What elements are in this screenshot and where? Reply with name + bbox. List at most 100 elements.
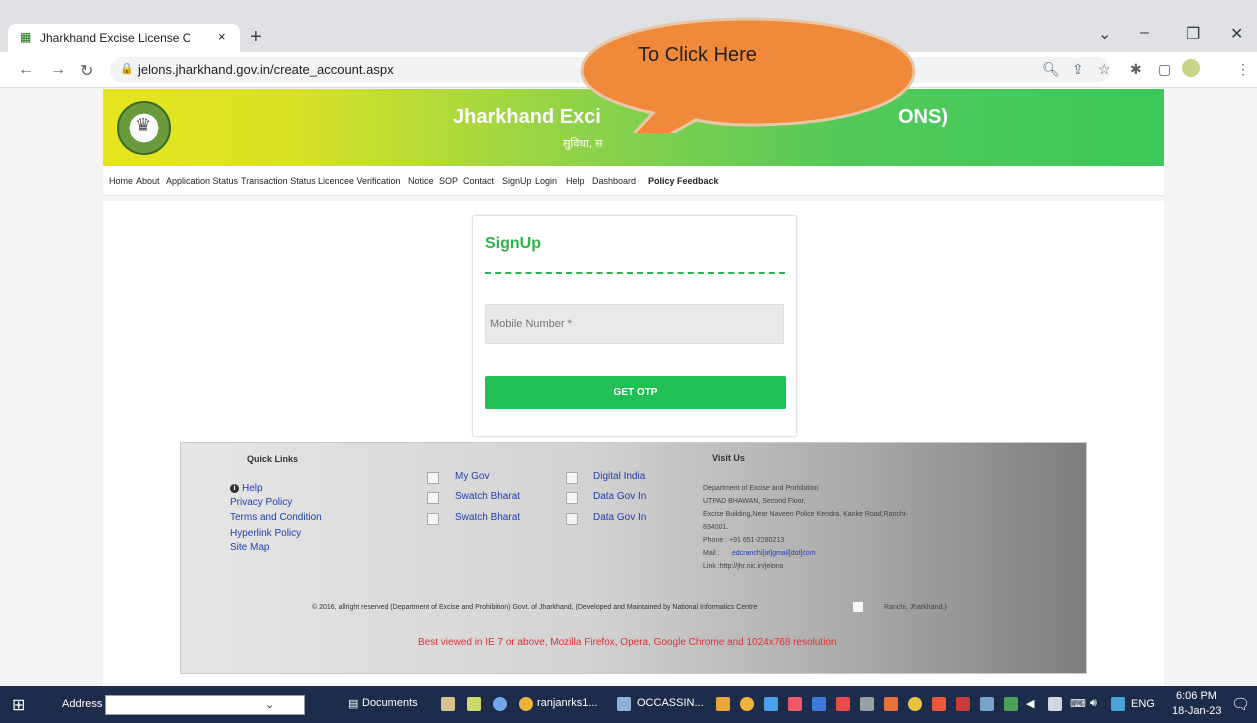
shield-icon[interactable] bbox=[1111, 697, 1125, 711]
partner-link-mygov[interactable]: My Gov bbox=[455, 471, 489, 482]
zoom-icon[interactable]: 🔍︎ bbox=[1042, 61, 1060, 78]
app-icon[interactable] bbox=[1004, 697, 1018, 711]
site-link-line: Link :http://jhr.nic.in/jelons bbox=[703, 563, 784, 570]
language-indicator[interactable]: ENG bbox=[1131, 698, 1155, 710]
nav-home[interactable]: Home bbox=[109, 176, 133, 186]
app-icon[interactable] bbox=[932, 697, 946, 711]
volume-icon[interactable]: 🔊︎ bbox=[1090, 697, 1097, 710]
notes-icon[interactable] bbox=[467, 697, 481, 711]
broken-image-icon bbox=[566, 513, 578, 525]
app-icon[interactable] bbox=[764, 697, 778, 711]
arrow-left-icon[interactable]: ◀ bbox=[1026, 697, 1034, 710]
main-content: SignUp GET OTP Quick Links i Help Privac… bbox=[103, 201, 1164, 686]
tab-title: Jharkhand Excise License Online bbox=[40, 31, 190, 45]
tab-search-icon[interactable]: ⌄ bbox=[1098, 24, 1111, 44]
broken-image-icon bbox=[427, 513, 439, 525]
quick-link-site-map[interactable]: Site Map bbox=[230, 542, 269, 553]
quick-link-terms[interactable]: Terms and Condition bbox=[230, 512, 322, 523]
copyright-tail: Ranchi, Jharkhand.) bbox=[884, 604, 947, 611]
dropdown-chevron-icon[interactable]: ⌄ bbox=[265, 698, 274, 711]
quick-link-hyperlink-policy[interactable]: Hyperlink Policy bbox=[230, 528, 301, 539]
nav-about[interactable]: About bbox=[136, 176, 160, 186]
nav-sop[interactable]: SOP bbox=[439, 176, 458, 186]
app-icon[interactable] bbox=[788, 697, 802, 711]
app-icon[interactable] bbox=[860, 697, 874, 711]
visit-us-heading: Visit Us bbox=[712, 453, 745, 463]
extensions-icon[interactable]: ✱ bbox=[1130, 61, 1142, 78]
get-otp-button[interactable]: GET OTP bbox=[485, 376, 786, 409]
broken-image-icon bbox=[427, 472, 439, 484]
app-icon[interactable] bbox=[884, 697, 898, 711]
windows-start-icon[interactable]: ⊞ bbox=[12, 695, 25, 715]
new-tab-button[interactable]: + bbox=[250, 26, 262, 49]
quick-links-heading: Quick Links bbox=[247, 454, 299, 464]
chrome-icon[interactable] bbox=[493, 697, 507, 711]
wifi-icon[interactable] bbox=[980, 697, 994, 711]
clock-time[interactable]: 6:06 PM bbox=[1176, 690, 1217, 702]
side-panel-icon[interactable]: ▢ bbox=[1158, 61, 1171, 78]
mail-link[interactable]: edcranchi[at]gmail[dot]com bbox=[732, 550, 816, 557]
address-url[interactable]: jelons.jharkhand.gov.in/create_account.a… bbox=[138, 62, 394, 77]
restore-button[interactable]: ❐ bbox=[1186, 24, 1200, 44]
address-line: 834001. bbox=[703, 524, 729, 531]
mail-label: Mail : bbox=[703, 550, 720, 557]
back-arrow-icon[interactable]: ← bbox=[18, 61, 34, 79]
taskbar-address-input[interactable] bbox=[105, 695, 305, 715]
app-icon[interactable] bbox=[812, 697, 826, 711]
app-icon[interactable] bbox=[740, 697, 754, 711]
partner-link-digital-india[interactable]: Digital India bbox=[593, 471, 645, 482]
taskbar-documents[interactable]: Documents bbox=[362, 697, 418, 709]
main-navigation: Home About Application Status Transactio… bbox=[103, 166, 1164, 196]
quick-link-privacy[interactable]: Privacy Policy bbox=[230, 497, 292, 508]
nav-policy-feedback[interactable]: Policy Feedback bbox=[648, 176, 719, 186]
browser-tab[interactable]: ▦ Jharkhand Excise License Online × bbox=[8, 24, 240, 52]
clock-date[interactable]: 18-Jan-23 bbox=[1172, 705, 1222, 717]
partner-link-data-gov[interactable]: Data Gov In bbox=[593, 512, 646, 523]
callout-text: To Click Here bbox=[638, 44, 757, 66]
taskbar-occassin[interactable]: OCCASSIN... bbox=[637, 697, 704, 709]
nav-dashboard[interactable]: Dashboard bbox=[592, 176, 636, 186]
windows-taskbar: ⊞ Address ⌄ ↻ ▤ Documents ranjanrks1... … bbox=[0, 686, 1257, 723]
nav-licencee-verification[interactable]: Licencee Verification bbox=[318, 176, 401, 186]
vlc-icon[interactable] bbox=[716, 697, 730, 711]
app-icon[interactable] bbox=[836, 697, 850, 711]
broken-image-icon bbox=[566, 492, 578, 504]
taskbar-ranjan[interactable]: ranjanrks1... bbox=[537, 697, 598, 709]
address-line: Excise Building,Near Naveen Police Kendr… bbox=[703, 511, 908, 518]
partner-link-data-gov[interactable]: Data Gov In bbox=[593, 491, 646, 502]
partner-link-swatch-bharat[interactable]: Swatch Bharat bbox=[455, 512, 520, 523]
notification-icon[interactable]: 🗨︎ bbox=[1231, 695, 1250, 713]
keyboard-icon[interactable] bbox=[1048, 697, 1062, 711]
tab-close-icon[interactable]: × bbox=[218, 29, 226, 44]
mobile-number-input[interactable] bbox=[485, 304, 784, 344]
phone-line: Phone : +91 651-2280213 bbox=[703, 537, 785, 544]
nav-transaction-status[interactable]: Transaction Status bbox=[241, 176, 316, 186]
signup-heading: SignUp bbox=[485, 235, 541, 252]
forward-arrow-icon[interactable]: → bbox=[50, 61, 66, 79]
app-icon[interactable] bbox=[441, 697, 455, 711]
app-icon[interactable] bbox=[956, 697, 970, 711]
partner-link-swatch-bharat[interactable]: Swatch Bharat bbox=[455, 491, 520, 502]
nav-signup[interactable]: SignUp bbox=[502, 176, 532, 186]
menu-kebab-icon[interactable]: ⋮ bbox=[1236, 61, 1250, 78]
bookmark-star-icon[interactable]: ☆ bbox=[1098, 61, 1111, 78]
word-doc-icon bbox=[617, 697, 631, 711]
quick-link-help[interactable]: Help bbox=[230, 483, 263, 494]
site-favicon-icon: ▦ bbox=[20, 30, 32, 44]
network-icon[interactable]: ⌨ bbox=[1070, 697, 1086, 710]
share-icon[interactable]: ⇪ bbox=[1072, 61, 1084, 78]
profile-avatar[interactable] bbox=[1182, 59, 1200, 77]
close-window-button[interactable]: ✕ bbox=[1230, 24, 1243, 44]
refresh-icon[interactable]: ↻ bbox=[290, 697, 299, 710]
nic-logo-broken-image-icon bbox=[852, 601, 864, 613]
documents-folder-icon: ▤ bbox=[348, 698, 359, 710]
nav-help[interactable]: Help bbox=[566, 176, 585, 186]
nav-application-status[interactable]: Application Status bbox=[166, 176, 238, 186]
nav-notice[interactable]: Notice bbox=[408, 176, 434, 186]
reload-icon[interactable]: ↻ bbox=[80, 61, 93, 81]
address-toolbar-label: Address bbox=[62, 698, 103, 710]
search-icon[interactable] bbox=[908, 697, 922, 711]
nav-contact[interactable]: Contact bbox=[463, 176, 494, 186]
nav-login[interactable]: Login bbox=[535, 176, 557, 186]
minimize-button[interactable]: – bbox=[1140, 24, 1149, 42]
